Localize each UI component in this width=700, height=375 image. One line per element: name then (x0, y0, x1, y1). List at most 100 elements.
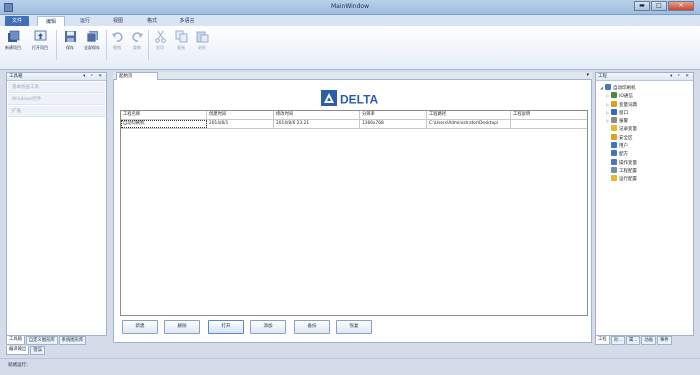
tree-node[interactable]: ▷ 报警 (598, 117, 637, 125)
undo-label: 撤销 (113, 45, 121, 50)
tree-node-icon (611, 150, 617, 157)
status-text: 就绪运行： (8, 363, 31, 368)
status-bar: 就绪运行： (0, 358, 700, 375)
table-row[interactable]: 自动印刷机 2014/8/1 2014/8/6 23:21 1366x768 C… (121, 120, 587, 129)
tree-node[interactable]: ▷ IO通信 (598, 92, 637, 100)
tab-format[interactable]: 格式 (140, 16, 164, 26)
save-all-icon (86, 31, 98, 43)
tree-node[interactable]: 用户 (598, 142, 637, 150)
tree-node[interactable]: ▷ 变量词典 (598, 100, 637, 109)
tree-node[interactable]: 工程配置 (598, 166, 637, 175)
new-project-button[interactable]: 新建项目 (4, 30, 22, 51)
save-all-button[interactable]: 全部保存 (83, 30, 101, 51)
tab-events[interactable]: 事件 (657, 336, 672, 345)
maximize-button[interactable]: □ (651, 1, 667, 11)
column-header[interactable]: 分辨率 (360, 111, 427, 119)
table-cell (511, 120, 587, 128)
tree-node-icon (611, 117, 617, 124)
column-header[interactable]: 工程说明 (511, 111, 587, 119)
open-project-label: 打开项目 (32, 45, 48, 50)
tree-node[interactable]: 操作变量 (598, 158, 637, 167)
tab-custom-graphics[interactable]: 自定义图形库 (25, 336, 58, 345)
project-pin-close-icons[interactable]: ▾ ᵖ ✕ (670, 73, 691, 81)
column-header[interactable]: 工程路径 (427, 111, 511, 119)
tree-node-label: 报警 (619, 119, 628, 125)
ribbon: 新建项目 打开项目 保存 全部保存 撤销 重做 剪切 复制 粘贴 (0, 26, 700, 70)
new-project-label: 新建项目 (5, 45, 21, 50)
tree-node[interactable]: 安全区 (598, 133, 637, 142)
toolbox-pin-close-icons[interactable]: ▾ ᵖ ✕ (83, 73, 104, 81)
column-header[interactable]: 创建时间 (207, 111, 274, 119)
backup-button[interactable]: 备份 (294, 320, 330, 334)
column-header[interactable]: 工程名称 (121, 111, 207, 119)
tree-node-label: 记录变量 (619, 127, 637, 133)
title-bar: MainWindow ▬ □ ✕ (0, 0, 700, 15)
restore-button[interactable]: 恢复 (336, 320, 372, 334)
start-page: DELTA 工程名称 创建时间 修改时间 分辨率 工程路径 工程说明 自动印刷机… (113, 80, 592, 343)
delete-button[interactable]: 删除 (164, 320, 200, 334)
minimize-button[interactable]: ▬ (634, 1, 650, 11)
add-button[interactable]: 添加 (250, 320, 286, 334)
tab-animation[interactable]: 动画 (641, 336, 656, 345)
project-header: 工程 ▾ ᵖ ✕ (596, 73, 693, 81)
chevron-down-icon[interactable]: ▾ (586, 72, 589, 78)
redo-icon (131, 32, 143, 42)
tab-toolbox[interactable]: 工具箱 (6, 336, 25, 345)
paste-button[interactable]: 粘贴 (193, 30, 211, 51)
delta-logo: DELTA (321, 90, 379, 106)
tab-errors[interactable]: 错误 (30, 346, 45, 355)
undo-button[interactable]: 撤销 (108, 30, 126, 51)
tree-node[interactable]: 运行配置 (598, 175, 637, 183)
tab-system-graphics[interactable]: 系统图形库 (58, 336, 87, 345)
toolbox-basic-drawing[interactable]: 基本绘画工具 (8, 82, 105, 93)
column-header[interactable]: 修改时间 (274, 111, 360, 119)
tree-node-icon (611, 125, 617, 132)
tab-start-page[interactable]: 起始页 (116, 72, 158, 80)
toolbox-title: 工具箱 (9, 74, 23, 79)
close-button[interactable]: ✕ (668, 1, 694, 11)
tree-node[interactable]: ◢ 自动印刷机 (598, 84, 637, 92)
copy-icon (175, 30, 187, 43)
toolbox-bottom-tabs: 工具箱 自定义图形库 系统图形库 (6, 336, 87, 345)
cut-label: 剪切 (156, 45, 164, 50)
tree-node[interactable]: 配方 (598, 150, 637, 158)
window-controls: ▬ □ ✕ (633, 1, 694, 11)
tab-run[interactable]: 运行 (73, 16, 97, 26)
redo-button[interactable]: 重做 (128, 30, 146, 51)
open-project-button[interactable]: 打开项目 (31, 30, 49, 51)
tab-properties[interactable]: 属... (626, 336, 641, 345)
cut-button[interactable]: 剪切 (151, 30, 169, 51)
table-cell: 1366x768 (360, 120, 427, 128)
paste-icon (196, 31, 208, 43)
new-button[interactable]: 新建 (122, 320, 158, 334)
tree-node-label: IO通信 (619, 94, 633, 100)
tree-node-label: 用户 (619, 144, 628, 150)
tree-node-icon (611, 158, 617, 165)
tree-node[interactable]: ▷ 窗口 (598, 108, 637, 117)
save-button[interactable]: 保存 (61, 30, 79, 51)
open-button[interactable]: 打开 (208, 320, 244, 334)
tree-node-label: 安全区 (619, 135, 633, 141)
cut-icon (154, 30, 166, 43)
open-project-icon (34, 30, 46, 41)
tab-file[interactable]: 文件 (5, 16, 29, 26)
tree-node-label: 运行配置 (619, 177, 637, 183)
tab-language[interactable]: 多语言 (173, 16, 201, 26)
paste-label: 粘贴 (198, 45, 206, 50)
tree-node-icon (611, 92, 617, 99)
tree-node-label: 操作变量 (619, 160, 637, 166)
toolbox-extensions[interactable]: 扩展 (8, 106, 105, 117)
redo-label: 重做 (133, 45, 141, 50)
tab-objects[interactable]: 对... (610, 336, 625, 345)
tab-view[interactable]: 视图 (106, 16, 130, 26)
tree-node-label: 工程配置 (619, 168, 637, 174)
document-tab-bar: 起始页 ▾ (113, 72, 592, 80)
window-title: MainWindow (331, 3, 369, 10)
toolbox-header: 工具箱 ▾ ᵖ ✕ (7, 73, 106, 81)
copy-button[interactable]: 复制 (172, 30, 190, 51)
tree-node[interactable]: 记录变量 (598, 125, 637, 133)
tab-project[interactable]: 工程 (595, 336, 610, 345)
toolbox-windows-controls[interactable]: Windows控件 (8, 94, 105, 105)
tab-edit[interactable]: 编辑 (37, 16, 65, 26)
tab-compile-output[interactable]: 编译输出 (6, 346, 30, 355)
